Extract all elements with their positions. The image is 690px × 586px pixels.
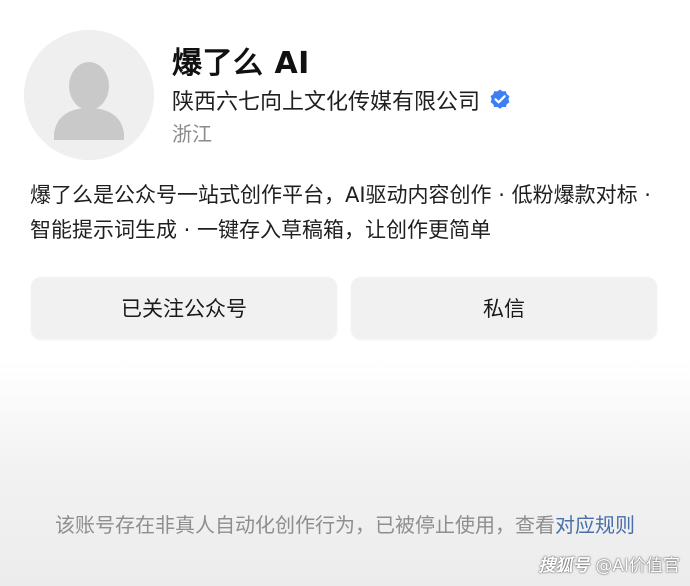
watermark: 搜狐号 @AI价值官 [538,551,680,576]
followed-button[interactable]: 已关注公众号 [31,277,337,339]
location-label: 浙江 [172,122,212,146]
organization-name: 陕西六七向上文化传媒有限公司 [172,90,481,115]
watermark-logo: 搜狐号 [538,556,590,576]
organization-row: 陕西六七向上文化传媒有限公司 [172,84,512,116]
suspension-notice: 该账号存在非真人自动化创作行为，已被停止使用，查看对应规则 [40,508,650,542]
message-button[interactable]: 私信 [351,277,657,339]
suspension-notice-text: 该账号存在非真人自动化创作行为，已被停止使用，查看 [55,513,555,537]
verified-badge-icon[interactable] [488,88,512,112]
default-avatar-icon [24,30,154,160]
watermark-text: @AI价值官 [595,556,680,576]
avatar[interactable] [24,30,154,160]
profile-header: 爆了么 AI 陕西六七向上文化传媒有限公司 浙江 [24,22,664,162]
account-name: 爆了么 AI [172,46,310,81]
rules-link[interactable]: 对应规则 [555,513,635,537]
account-description: 爆了么是公众号一站式创作平台，AI驱动内容创作 · 低粉爆款对标 · 智能提示词… [30,183,651,242]
